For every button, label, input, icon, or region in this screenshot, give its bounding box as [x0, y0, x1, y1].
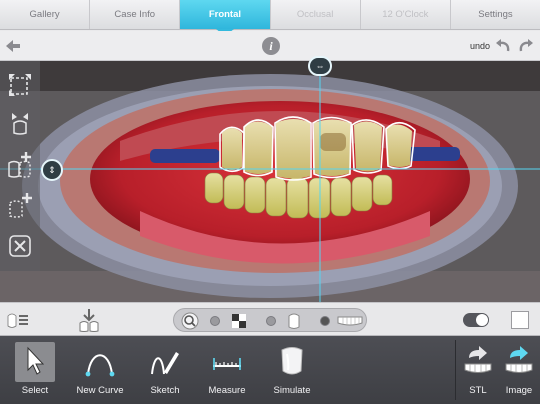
control-strip	[0, 302, 540, 336]
curve-icon	[85, 354, 115, 377]
teeth-row-icon[interactable]	[337, 315, 363, 327]
option-dot-3-selected[interactable]	[320, 316, 330, 326]
sketch-pencil-icon	[151, 352, 179, 375]
top-toolbar: i undo	[0, 31, 540, 61]
export-stl-icon	[464, 346, 492, 373]
tab-settings[interactable]: Settings	[451, 0, 540, 29]
tool-select[interactable]: Select	[15, 336, 55, 404]
tab-occlusal[interactable]: Occlusal	[271, 0, 361, 29]
tooth-veneer-icon	[281, 347, 303, 375]
option-dot-1[interactable]	[210, 316, 220, 326]
tool-label-simulate: Simulate	[273, 385, 311, 396]
contrast-icon[interactable]	[232, 314, 246, 328]
cursor-arrow-icon	[27, 346, 45, 375]
tool-new-curve[interactable]: New Curve	[75, 336, 125, 404]
visibility-toggle[interactable]	[463, 313, 489, 327]
left-toolbar	[0, 61, 40, 271]
tool-label-select: Select	[21, 385, 49, 396]
resize-frame-icon[interactable]	[6, 71, 34, 99]
tooth-stamp-icon[interactable]	[76, 307, 102, 333]
info-button[interactable]: i	[262, 37, 280, 55]
vertical-guide-handle[interactable]: ⇔	[308, 56, 332, 76]
export-label-stl: STL	[469, 385, 487, 396]
single-tooth-icon[interactable]	[287, 312, 301, 330]
tool-sketch[interactable]: Sketch	[145, 336, 185, 404]
tool-dock: Select New Curve Sketch Measure Simulate…	[0, 336, 540, 404]
background-color-swatch[interactable]	[511, 311, 529, 329]
dock-separator	[455, 340, 456, 400]
tool-measure[interactable]: Measure	[205, 336, 249, 404]
tab-frontal[interactable]: Frontal	[180, 0, 271, 36]
tab-case-info[interactable]: Case Info	[90, 0, 181, 29]
smile-photo-canvas[interactable]	[0, 61, 540, 302]
add-tooth-outline-icon[interactable]	[6, 191, 34, 219]
undo-label: undo	[470, 41, 491, 51]
tool-label-new-curve: New Curve	[76, 385, 124, 396]
tool-simulate[interactable]: Simulate	[270, 336, 314, 404]
export-stl-button[interactable]: STL	[460, 336, 496, 404]
teeth-arrows-icon[interactable]	[6, 109, 34, 137]
export-image-icon	[505, 346, 533, 373]
back-arrow-icon[interactable]	[4, 37, 22, 55]
export-image-button[interactable]: Image	[500, 336, 538, 404]
view-options-pill	[173, 308, 367, 332]
redo-icon[interactable]	[517, 37, 535, 55]
tooth-menu-icon[interactable]	[6, 310, 30, 330]
export-label-image: Image	[505, 385, 533, 396]
tab-12-oclock[interactable]: 12 O'Clock	[361, 0, 451, 29]
ruler-icon	[213, 358, 241, 370]
tab-bar: Gallery Case Info Frontal Occlusal 12 O'…	[0, 0, 540, 36]
tool-label-measure: Measure	[208, 385, 246, 396]
tool-label-sketch: Sketch	[150, 385, 180, 396]
horizontal-guide-handle[interactable]: ⇕	[41, 159, 63, 181]
smile-design-app: Gallery Case Info Frontal Occlusal 12 O'…	[0, 0, 540, 404]
option-dot-2[interactable]	[266, 316, 276, 326]
undo-icon[interactable]	[494, 37, 512, 55]
magnifier-icon[interactable]	[180, 311, 200, 331]
delete-tooth-icon[interactable]	[6, 231, 34, 259]
tab-gallery[interactable]: Gallery	[0, 0, 91, 29]
add-tooth-icon[interactable]	[6, 151, 34, 179]
